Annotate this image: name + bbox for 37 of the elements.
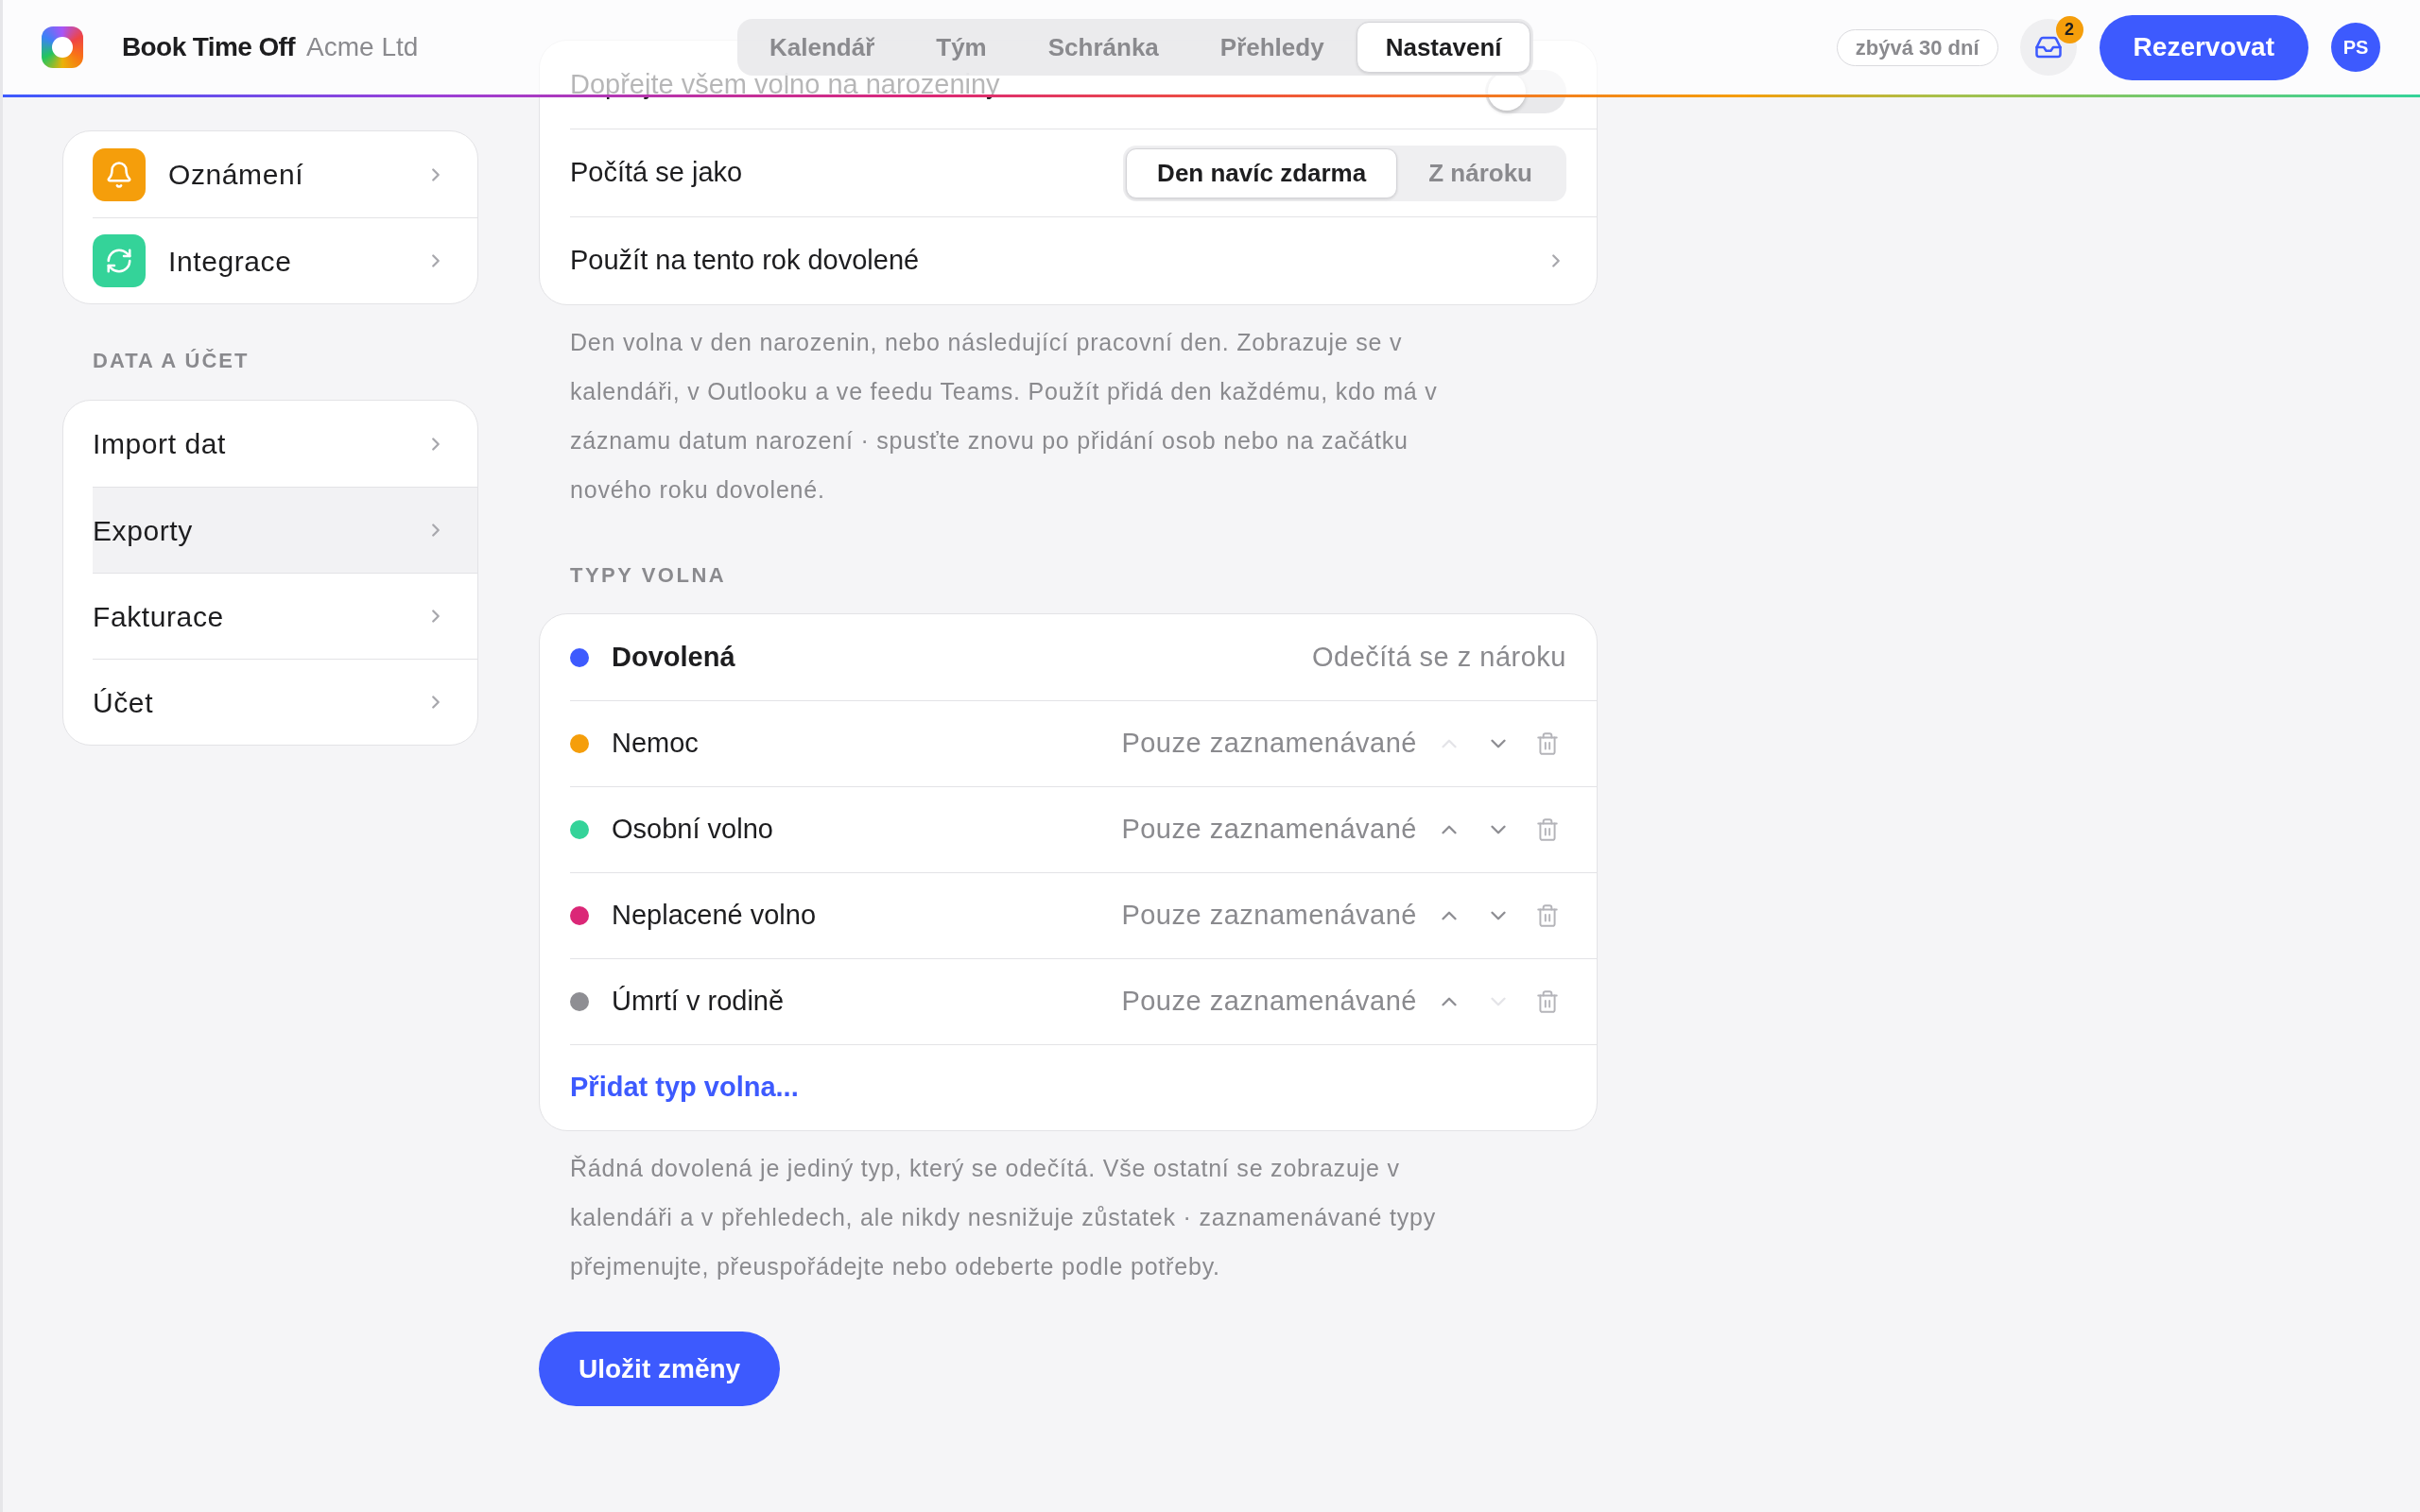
leave-type-status: Pouze zaznamenávané xyxy=(1121,985,1417,1019)
leave-type-name: Dovolená xyxy=(612,640,735,674)
leave-type-status: Pouze zaznamenávané xyxy=(1121,899,1417,933)
trash-icon xyxy=(1535,731,1560,756)
leave-type-name: Nemoc xyxy=(612,727,699,761)
add-leave-type-link[interactable]: Přidat typ volna... xyxy=(570,1067,799,1108)
book-button[interactable]: Rezervovat xyxy=(2099,14,2308,80)
leave-type-name: Úmrtí v rodině xyxy=(612,985,785,1019)
sidebar-item[interactable]: Exporty xyxy=(93,487,477,573)
section-heading: DATA A ÚČET xyxy=(92,348,251,374)
leave-type-status: Pouze zaznamenávané xyxy=(1121,813,1417,847)
app-name: Book Time Off xyxy=(122,31,296,63)
sidebar-item[interactable]: Fakturace xyxy=(93,573,477,659)
logo-icon xyxy=(42,26,83,68)
trash-icon xyxy=(1535,989,1560,1014)
user-avatar[interactable]: PS xyxy=(2331,23,2380,72)
save-button[interactable]: Uložit změny xyxy=(539,1332,781,1406)
sidebar-item[interactable]: Integrace xyxy=(93,217,477,303)
sidebar-item[interactable]: Oznámení xyxy=(93,131,477,217)
remaining-days-pill: zbývá 30 dní xyxy=(1836,28,1998,66)
leave-type-status: Pouze zaznamenávané xyxy=(1121,727,1417,761)
notification-count-badge: 2 xyxy=(2055,16,2083,43)
leave-type-status: Odečítá se z nároku xyxy=(1311,640,1566,674)
sidebar-item[interactable]: Import dat xyxy=(93,401,477,487)
nav-tab[interactable]: Nastavení xyxy=(1356,22,1531,73)
help-text: Den volna v den narozenin, nebo následující pracovní den. Zobrazuje se v kalendáři, v Outlooku a ve feedu Teams. Použít přidá den každému, kdo má v záznamu datum narození · spusťte znovu po přidání osob nebo na začátku nového roku dovolené. xyxy=(569,328,1439,505)
setting-label: Počítá se jako xyxy=(570,156,743,190)
section-heading: TYPY VOLNA xyxy=(569,562,728,589)
trash-icon xyxy=(1535,903,1560,928)
trash-icon xyxy=(1535,817,1560,842)
organization-name: Acme Ltd xyxy=(306,31,419,63)
help-text: Řádná dovolená je jediný typ, který se odečítá. Vše ostatní se zobrazuje v kalendáři a v přehledech, ale nikdy nesnižuje zůstatek · zaznamenávané typy přejmenujte, přeuspořádejte nebo odeberte podle potřeby. xyxy=(569,1154,1438,1281)
leave-type-name: Osobní volno xyxy=(612,813,773,847)
sidebar-item[interactable]: Účet xyxy=(93,659,477,745)
settings-row[interactable]: Použít na tento rok dovolené xyxy=(570,216,1597,304)
segment-option[interactable]: Den navíc zdarma xyxy=(1126,147,1398,198)
leave-type-name: Neplacené volno xyxy=(612,899,817,933)
